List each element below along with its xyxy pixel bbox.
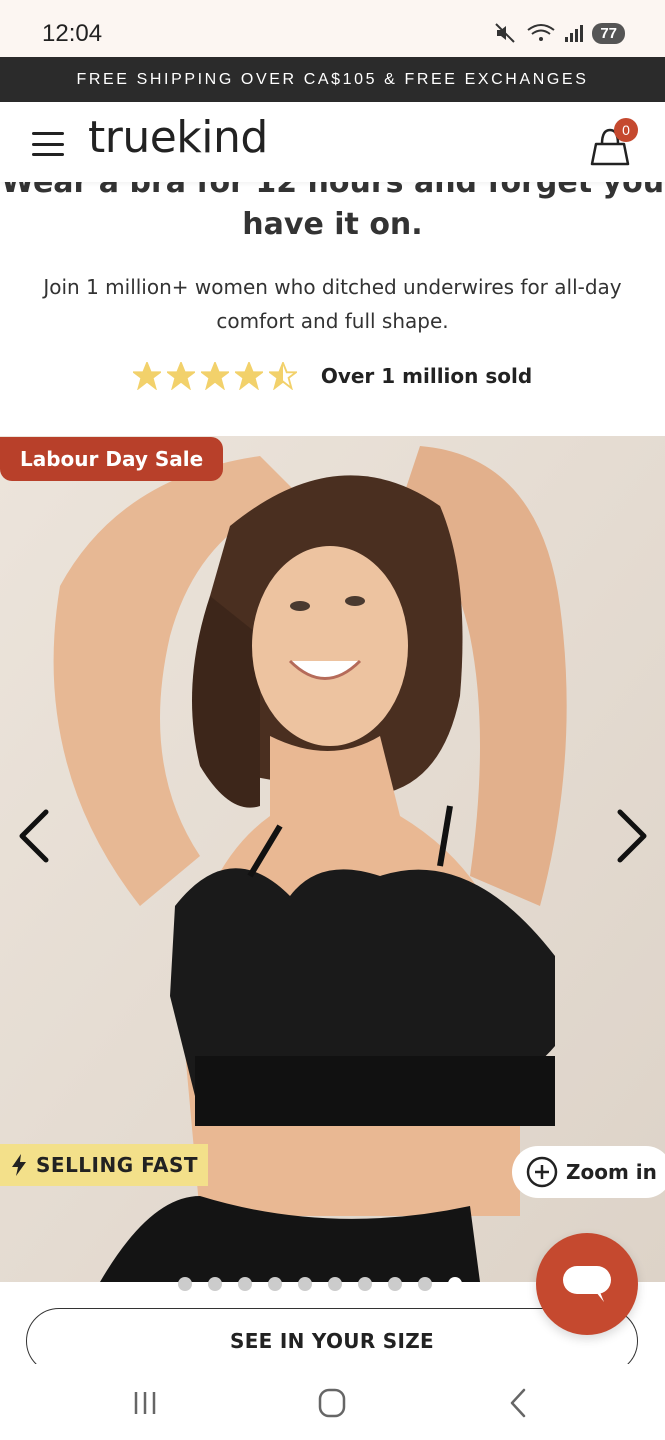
slide-dot[interactable] xyxy=(298,1277,312,1291)
selling-fast-badge: SELLING FAST xyxy=(0,1144,209,1186)
slide-dot[interactable] xyxy=(268,1277,282,1291)
hero-headline-line2: have it on. xyxy=(242,207,423,242)
site-header: truekind 0 xyxy=(0,102,665,182)
battery-icon: 77 xyxy=(592,22,625,44)
slide-dot[interactable] xyxy=(448,1277,462,1291)
slide-dot[interactable] xyxy=(388,1277,402,1291)
menu-icon[interactable] xyxy=(32,132,64,156)
chat-bubble-icon xyxy=(563,1266,611,1302)
home-icon xyxy=(318,1388,346,1418)
slide-dot[interactable] xyxy=(238,1277,252,1291)
promo-banner: FREE SHIPPING OVER CA$105 & FREE EXCHANG… xyxy=(0,57,665,102)
slide-dot[interactable] xyxy=(328,1277,342,1291)
prev-slide-button[interactable] xyxy=(14,806,54,866)
lightning-icon xyxy=(12,1154,26,1176)
slide-dot[interactable] xyxy=(358,1277,372,1291)
slide-dot[interactable] xyxy=(178,1277,192,1291)
chat-button[interactable] xyxy=(536,1233,638,1335)
selling-fast-label: SELLING FAST xyxy=(36,1153,199,1177)
zoom-in-button[interactable]: Zoom in xyxy=(512,1146,665,1198)
status-bar: 12:04 77 xyxy=(0,0,665,57)
slide-dot[interactable] xyxy=(418,1277,432,1291)
next-slide-button[interactable] xyxy=(612,806,652,866)
status-time: 12:04 xyxy=(42,20,103,47)
zoom-in-label: Zoom in xyxy=(566,1160,657,1184)
slide-indicator xyxy=(178,1277,462,1291)
hero-subtext: Join 1 million+ women who ditched underw… xyxy=(43,275,622,333)
back-icon xyxy=(510,1388,526,1418)
star-icon xyxy=(234,362,263,390)
star-icon xyxy=(132,362,161,390)
star-rating xyxy=(132,362,297,390)
sale-badge: Labour Day Sale xyxy=(0,437,224,481)
mute-icon xyxy=(494,22,518,44)
slide-dot[interactable] xyxy=(208,1277,222,1291)
sold-count-text: Over 1 million sold xyxy=(320,364,533,388)
chevron-right-icon xyxy=(617,809,647,863)
recent-apps-button[interactable] xyxy=(126,1384,166,1424)
wifi-icon xyxy=(526,22,556,44)
chevron-left-icon xyxy=(19,809,49,863)
star-icon xyxy=(200,362,229,390)
cart-count-badge: 0 xyxy=(614,118,638,142)
system-navigation-bar xyxy=(0,1364,665,1440)
brand-logo[interactable]: truekind xyxy=(88,112,268,163)
home-button[interactable] xyxy=(312,1384,352,1424)
star-icon xyxy=(268,362,297,390)
status-icons: 77 xyxy=(494,22,625,44)
rating-row: Over 1 million sold xyxy=(0,362,665,390)
signal-icon xyxy=(564,23,584,43)
star-icon xyxy=(166,362,195,390)
back-button[interactable] xyxy=(500,1384,540,1424)
plus-circle-icon xyxy=(526,1156,558,1188)
recent-apps-icon xyxy=(134,1392,156,1414)
